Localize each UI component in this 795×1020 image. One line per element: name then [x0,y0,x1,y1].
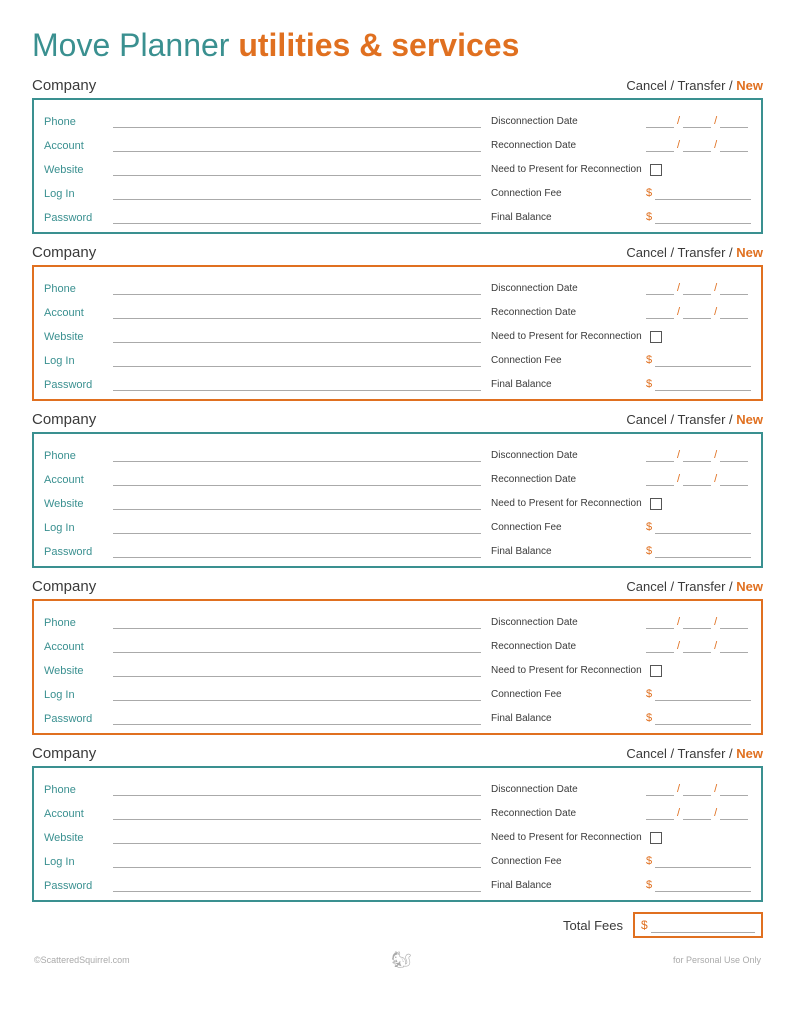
footer-left: ©ScatteredSquirrel.com [34,955,130,965]
password-line-1[interactable] [113,208,481,224]
card-1-right: Disconnection Date// Reconnection Date//… [491,106,751,226]
card-3-right: Disconnection Date// Reconnection Date//… [491,440,751,560]
total-fees-row: Total Fees $ [32,912,763,938]
company-label-5: Company [32,745,96,762]
card-2: Phone Account Website Log In Password Di… [32,265,763,401]
title-sub: utilities & services [238,27,519,63]
page-title: Move Planner utilities & services [32,28,763,63]
total-fees-label: Total Fees [563,918,623,933]
checkbox-1[interactable] [650,164,662,176]
card-2-right: Disconnection Date// Reconnection Date//… [491,273,751,393]
card-1-left: Phone Account Website Log In Password [44,106,491,226]
section-2-header: Company Cancel / Transfer / New [32,244,763,261]
total-dollar-sign: $ [641,918,648,932]
account-line-1[interactable] [113,136,481,152]
company-label-4: Company [32,578,96,595]
ctn-2: Cancel / Transfer / New [626,245,763,260]
checkbox-3[interactable] [650,498,662,510]
section-5-header: Company Cancel / Transfer / New [32,745,763,762]
card-5: Phone Account Website Log In Password Di… [32,766,763,902]
page: Move Planner utilities & services Compan… [0,0,795,1020]
ctn-5: Cancel / Transfer / New [626,746,763,761]
ctn-3: Cancel / Transfer / New [626,412,763,427]
section-4-header: Company Cancel / Transfer / New [32,578,763,595]
section-3: Company Cancel / Transfer / New Phone Ac… [32,411,763,568]
card-5-left: Phone Account Website Log In Password [44,774,491,894]
footer-center: 🐿 [391,950,411,970]
card-5-right: Disconnection Date// Reconnection Date//… [491,774,751,894]
login-line-1[interactable] [113,184,481,200]
title-main: Move Planner [32,27,238,63]
footer-right: for Personal Use Only [673,955,761,965]
phone-line-1[interactable] [113,112,481,128]
ctn-1: Cancel / Transfer / New [626,78,763,93]
checkbox-2[interactable] [650,331,662,343]
card-4: Phone Account Website Log In Password Di… [32,599,763,735]
page-footer: ©ScatteredSquirrel.com 🐿 for Personal Us… [32,950,763,970]
total-fees-line[interactable] [651,917,755,933]
company-label-1: Company [32,77,96,94]
section-2: Company Cancel / Transfer / New Phone Ac… [32,244,763,401]
card-3-left: Phone Account Website Log In Password [44,440,491,560]
card-1: Phone Account Website Log In Password Di… [32,98,763,234]
card-4-right: Disconnection Date// Reconnection Date//… [491,607,751,727]
section-5: Company Cancel / Transfer / New Phone Ac… [32,745,763,902]
checkbox-4[interactable] [650,665,662,677]
section-3-header: Company Cancel / Transfer / New [32,411,763,428]
section-4: Company Cancel / Transfer / New Phone Ac… [32,578,763,735]
company-label-3: Company [32,411,96,428]
total-fees-box[interactable]: $ [633,912,763,938]
card-3: Phone Account Website Log In Password Di… [32,432,763,568]
card-2-left: Phone Account Website Log In Password [44,273,491,393]
company-label-2: Company [32,244,96,261]
checkbox-5[interactable] [650,832,662,844]
section-1-header: Company Cancel / Transfer / New [32,77,763,94]
section-1: Company Cancel / Transfer / New Phone Ac… [32,77,763,234]
ctn-4: Cancel / Transfer / New [626,579,763,594]
card-4-left: Phone Account Website Log In Password [44,607,491,727]
website-line-1[interactable] [113,160,481,176]
